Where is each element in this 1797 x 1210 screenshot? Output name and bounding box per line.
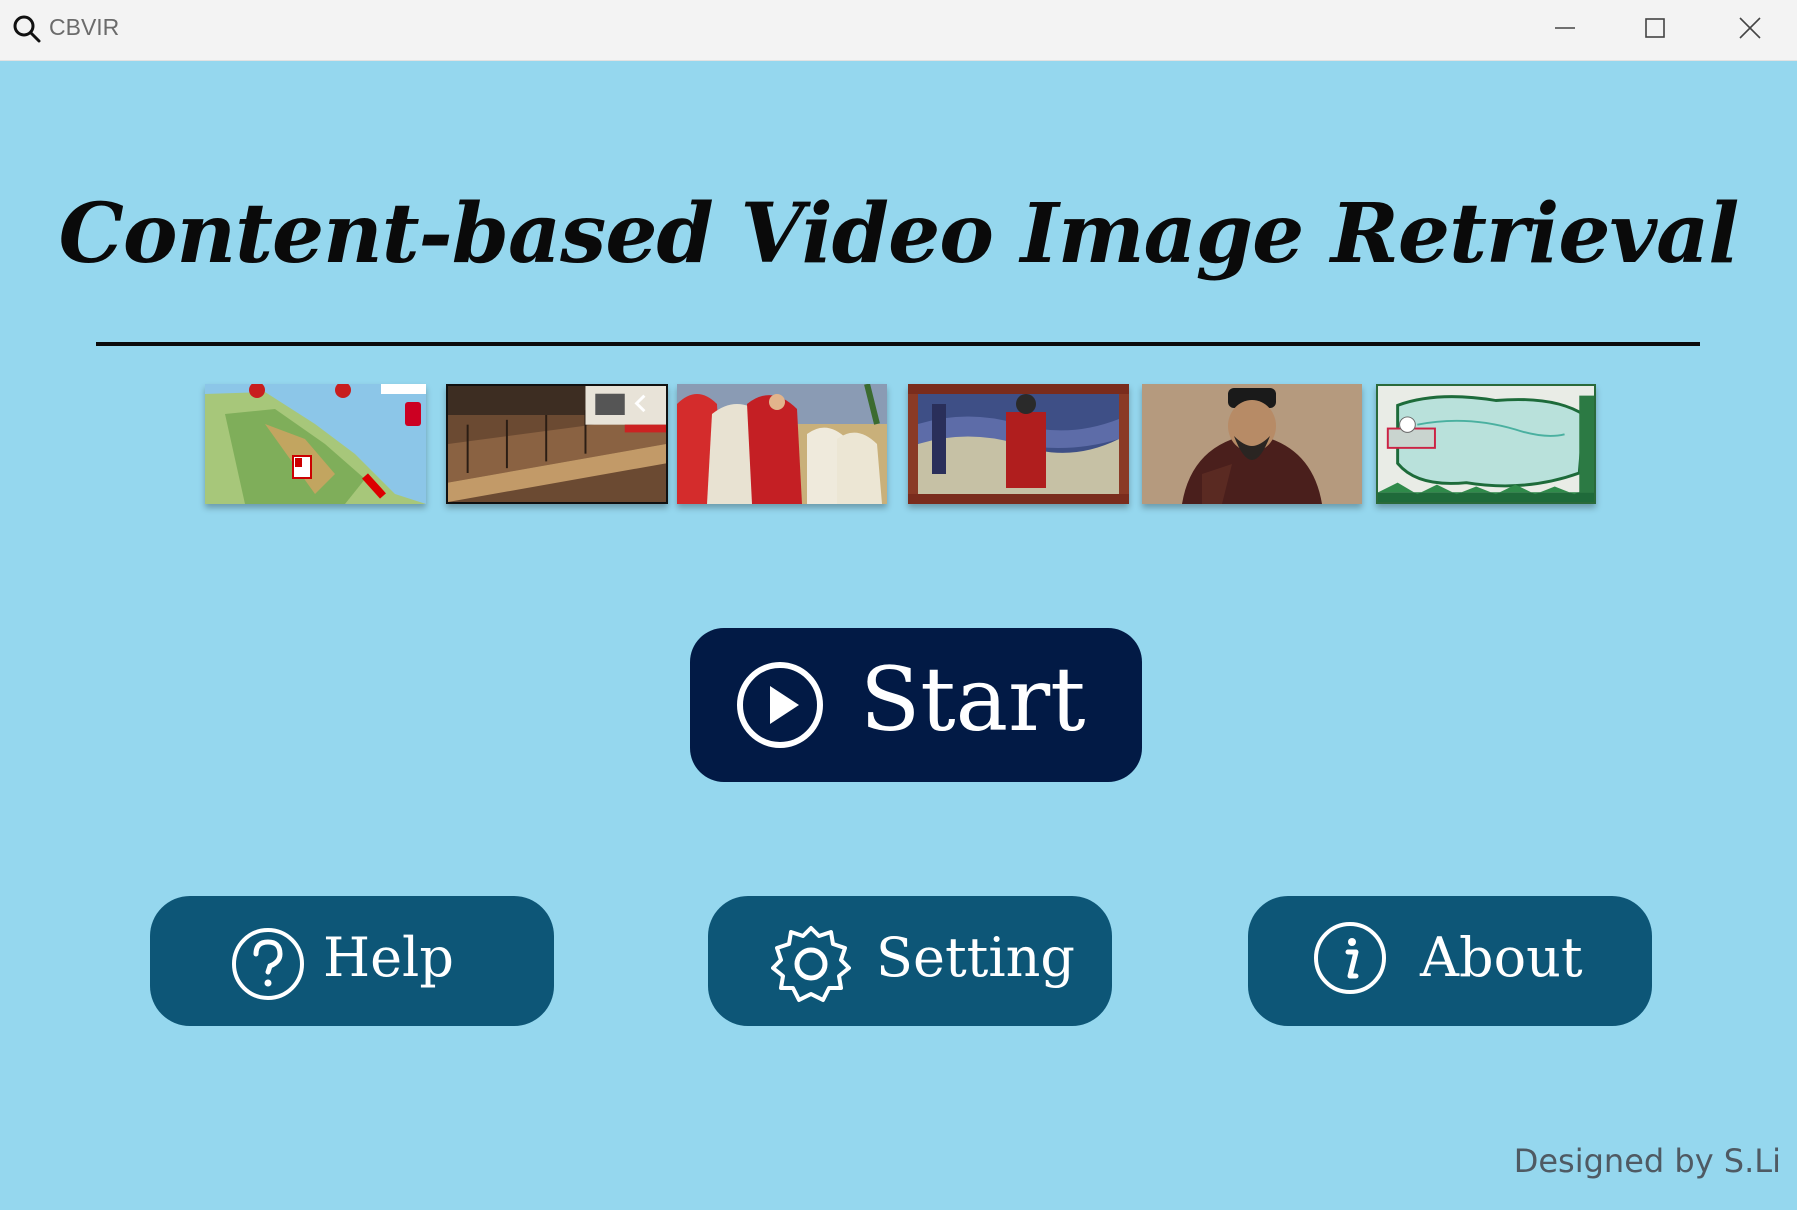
- gear-icon: [771, 926, 851, 1002]
- about-button[interactable]: About: [1248, 896, 1652, 1026]
- info-icon: [1314, 922, 1386, 994]
- app-heading: Content-based Video Image Retrieval: [58, 186, 1740, 282]
- window-title: CBVIR: [49, 14, 120, 40]
- help-icon: [232, 928, 304, 1000]
- close-icon: [1739, 17, 1761, 39]
- painting-cardinals-thumbnail: [677, 384, 887, 504]
- search-icon: [13, 15, 41, 43]
- minimize-icon: [1555, 27, 1575, 29]
- play-icon: [737, 662, 823, 748]
- title-bar: CBVIR: [0, 0, 1797, 61]
- harbor-illustration-thumbnail: [446, 384, 668, 504]
- designer-credit: Designed by S.Li: [1513, 1142, 1781, 1180]
- heading-divider: [96, 342, 1700, 346]
- help-button[interactable]: Help: [150, 896, 554, 1026]
- map-italy-thumbnail: [205, 384, 426, 504]
- emperor-portrait-thumbnail: [1142, 384, 1362, 504]
- about-label: About: [1420, 926, 1583, 989]
- setting-label: Setting: [876, 926, 1075, 989]
- maximize-icon: [1645, 18, 1665, 38]
- portrait-tapestry-thumbnail: [908, 384, 1129, 504]
- help-label: Help: [323, 926, 454, 989]
- minimize-button[interactable]: [1520, 0, 1610, 58]
- maximize-button[interactable]: [1610, 0, 1700, 58]
- start-label: Start: [860, 648, 1086, 751]
- setting-button[interactable]: Setting: [708, 896, 1112, 1026]
- start-button[interactable]: Start: [690, 628, 1142, 782]
- green-map-thumbnail: [1376, 384, 1596, 504]
- close-button[interactable]: [1705, 0, 1795, 58]
